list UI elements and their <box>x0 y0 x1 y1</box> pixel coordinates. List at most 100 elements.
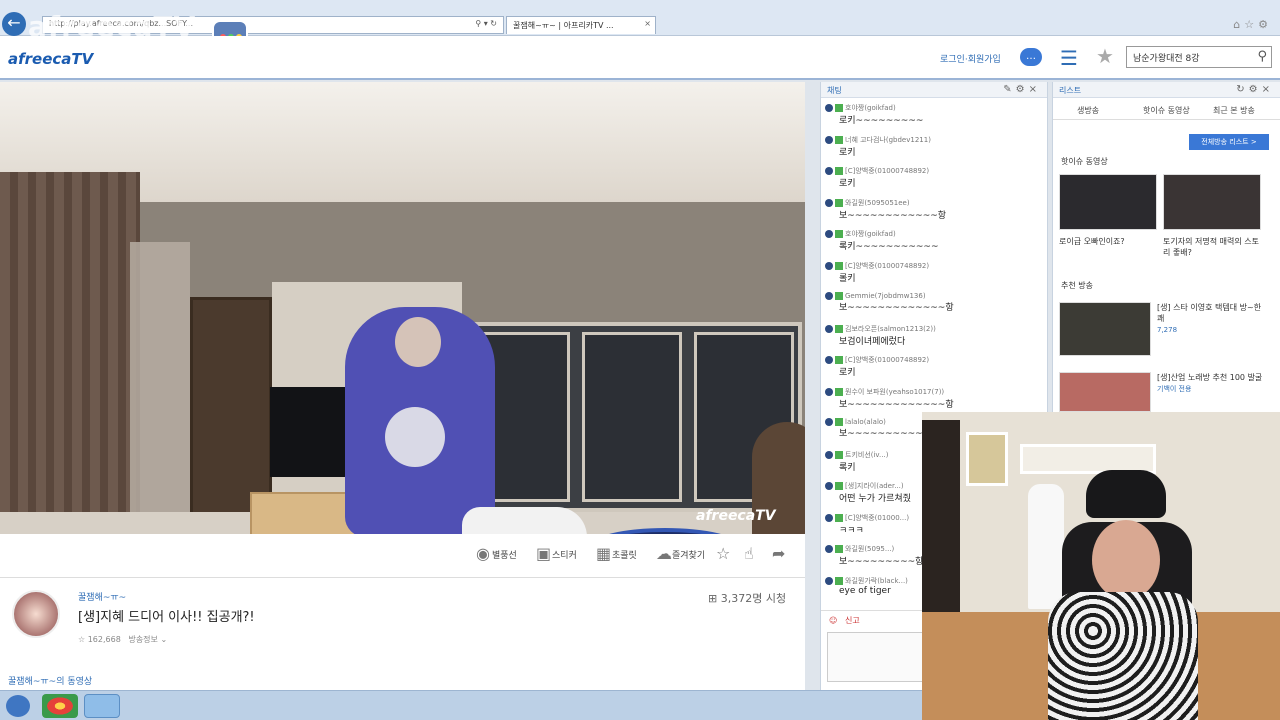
message-icon[interactable]: … <box>1020 48 1042 66</box>
window-controls-icon[interactable]: ⌂☆⚙ <box>1233 18 1272 31</box>
video-player[interactable]: afreecaTV <box>0 82 805 534</box>
user-badge-icon <box>825 387 833 396</box>
chat-username: 호야짱(goikfad) <box>845 230 896 238</box>
list-refresh-icon[interactable]: ↻⚙× <box>1236 84 1274 95</box>
hot-video-caption-1[interactable]: 로이급 오빠인이죠? <box>1059 236 1157 247</box>
chat-username: 트키비선(iv...) <box>845 450 889 459</box>
chat-user[interactable]: 호야짱(goikfad) <box>825 229 1045 239</box>
webcam-overlay <box>922 412 1280 720</box>
sticker-button[interactable]: 스티커 <box>552 548 577 561</box>
hot-video-thumb-2[interactable] <box>1163 174 1261 230</box>
emoticon-icon[interactable]: ☺ <box>829 616 837 625</box>
streamer-avatar[interactable] <box>12 590 60 638</box>
search-input[interactable]: 남순가왕대전 8강 ⚲ <box>1126 46 1272 68</box>
chat-username: 와길뭔(5095...) <box>845 545 895 553</box>
chat-message: [C]양백중(01000748892) 로키 <box>821 163 1049 195</box>
grade-icon <box>835 104 843 112</box>
menu-icon[interactable]: ☰ <box>1060 46 1078 70</box>
search-refresh-icon[interactable]: ⚲ ▾ ↻ <box>475 19 497 28</box>
grade-icon <box>835 418 843 426</box>
chat-user[interactable]: 뭔수이 보파원(yeahso1017(7)) <box>825 387 1045 397</box>
chat-message: 와길뭔(5095051ee) 보~~~~~~~~~~~~항 <box>821 195 1049 227</box>
viewer-count: ⊞ 3,372명 시청 <box>708 592 787 605</box>
afreeca-logo[interactable]: afreecaTV <box>8 50 93 68</box>
hot-video-thumb-1[interactable] <box>1059 174 1157 230</box>
internet-explorer-icon[interactable] <box>84 694 120 718</box>
user-badge-icon <box>825 198 833 207</box>
chat-message: 호야짱(goikfad) 로키~~~~~~~~~ <box>821 100 1049 132</box>
chat-user[interactable]: [C]양백중(01000748892) <box>825 355 1045 365</box>
start-button-icon[interactable] <box>6 695 30 717</box>
favorite-icon[interactable]: ☁ <box>656 544 672 563</box>
chat-user[interactable]: Gemmie(7jobdmw136) <box>825 292 1045 300</box>
chat-user[interactable]: 와길뭔(5095051ee) <box>825 198 1045 208</box>
hot-video-caption-2[interactable]: 토기자의 저명적 매력의 스토리 좋배? <box>1163 236 1263 258</box>
streamer-name[interactable]: 꿀잼해~ㅠ~ <box>78 590 126 603</box>
chat-message: 김보라오픈(salmon1213(2)) 보검이녀페에렀다 <box>821 321 1049 353</box>
chat-user[interactable]: 김보라오픈(salmon1213(2)) <box>825 324 1045 334</box>
video-watermark-logo: afreecaTV <box>696 508 776 524</box>
report-button[interactable]: 신고 <box>845 616 860 625</box>
chocolate-icon[interactable]: ▦ <box>596 544 611 563</box>
tab-live[interactable]: 생방송 <box>1077 105 1099 116</box>
list-header: 리스트 ↻⚙× <box>1053 82 1280 98</box>
browser-tab[interactable]: 꿀잼해~ㅠ~ | 아프리카TV ... × <box>506 16 656 34</box>
close-tab-icon[interactable]: × <box>644 19 651 28</box>
list-header-label: 리스트 <box>1059 86 1082 95</box>
chat-text: 롤키 <box>839 273 856 284</box>
chat-message: Gemmie(7jobdmw136) 보~~~~~~~~~~~~~항 <box>821 289 1049 321</box>
recommended-title-1[interactable]: [생] 스타 이영호 택템대 방~한쾌 7,278 <box>1157 302 1267 336</box>
back-arrow-icon[interactable]: ← <box>2 12 26 36</box>
favorite-button[interactable]: 즐겨찾기 <box>672 548 705 561</box>
balloon-button[interactable]: 별풍선 <box>492 548 517 561</box>
recommended-thumb-2[interactable] <box>1059 372 1151 412</box>
thumbs-up-icon[interactable]: ☝ <box>744 544 754 563</box>
grade-icon <box>835 513 843 522</box>
recommended-thumb-1[interactable] <box>1059 302 1151 356</box>
balloon-icon[interactable]: ◉ <box>476 544 490 563</box>
chat-username: [C]양백중(01000748892) <box>845 261 930 270</box>
tab-hot-issue[interactable]: 핫이슈 동영상 <box>1143 105 1190 116</box>
recommended-title-2-text: [생]산업 노래방 추천 100 발굴 <box>1157 373 1263 382</box>
chrome-icon[interactable] <box>42 694 78 718</box>
search-value: 남순가왕대전 8강 <box>1133 54 1200 64</box>
user-badge-icon <box>825 482 833 490</box>
tab-recent[interactable]: 최근 본 방송 <box>1213 105 1255 116</box>
chat-message: [C]양백중(01000748892) 롤키 <box>821 258 1049 290</box>
cam-robe <box>1028 484 1064 609</box>
chat-text: 록키~~~~~~~~~~~ <box>839 242 939 252</box>
cam-hat <box>1086 470 1166 518</box>
chat-user[interactable]: 너혜 고다검나(gbdev1211) <box>825 135 1045 145</box>
login-link[interactable]: 로그인·회원가입 <box>940 52 1001 65</box>
toy-car <box>462 507 587 534</box>
chat-settings-icon[interactable]: ✎⚙× <box>1003 84 1041 95</box>
star-icon[interactable]: ☆ <box>716 544 730 563</box>
fan-count-value: 162,668 <box>87 635 121 644</box>
chat-user[interactable]: 호야짱(goikfad) <box>825 103 1045 113</box>
vod-link[interactable]: 꿀잼해~ㅠ~의 동영상 <box>8 674 92 687</box>
stream-info: 꿀잼해~ㅠ~ [생]지혜 드디어 이사!! 집공개?! ☆ 162,668 방송… <box>0 578 805 690</box>
share-icon[interactable]: ➦ <box>772 544 785 563</box>
chat-username: 뭔수이 보파원(yeahso1017(7)) <box>845 387 945 396</box>
user-badge-icon <box>825 230 833 238</box>
stream-info-link[interactable]: 방송정보 <box>128 635 157 644</box>
chat-user[interactable]: [C]양백중(01000748892) <box>825 261 1045 271</box>
sticker-icon[interactable]: ▣ <box>536 544 551 563</box>
favorite-star-icon[interactable]: ★ <box>1096 44 1114 68</box>
recommended-title-1-text: [생] 스타 이영호 택템대 방~한쾌 <box>1157 303 1262 323</box>
grade-icon <box>835 482 843 490</box>
chocolate-button[interactable]: 초콜릿 <box>612 548 637 561</box>
grade-icon <box>835 450 843 459</box>
search-icon[interactable]: ⚲ <box>1257 49 1267 64</box>
scene-curtain <box>0 172 140 534</box>
chat-text: 로키~~~~~~~~~ <box>839 116 924 126</box>
grade-icon <box>835 230 843 238</box>
video-toolbar: ◉ 별풍선 ▣ 스티커 ▦ 초콜릿 ☁ 즐겨찾기 ☆ ☝ ➦ <box>0 534 805 578</box>
windows-taskbar <box>0 690 922 720</box>
all-broadcast-list-button[interactable]: 전체방송 리스트 > <box>1189 134 1269 150</box>
recommended-title-2[interactable]: [생]산업 노래방 추천 100 발굴 기백이 전용 <box>1157 372 1267 395</box>
chat-text: 보~~~~~~~~~~~~항 <box>839 210 947 221</box>
user-badge-icon <box>825 545 833 553</box>
chat-user[interactable]: [C]양백중(01000748892) <box>825 166 1045 176</box>
fan-count: ☆ 162,668 방송정보 ⌄ <box>78 635 168 644</box>
